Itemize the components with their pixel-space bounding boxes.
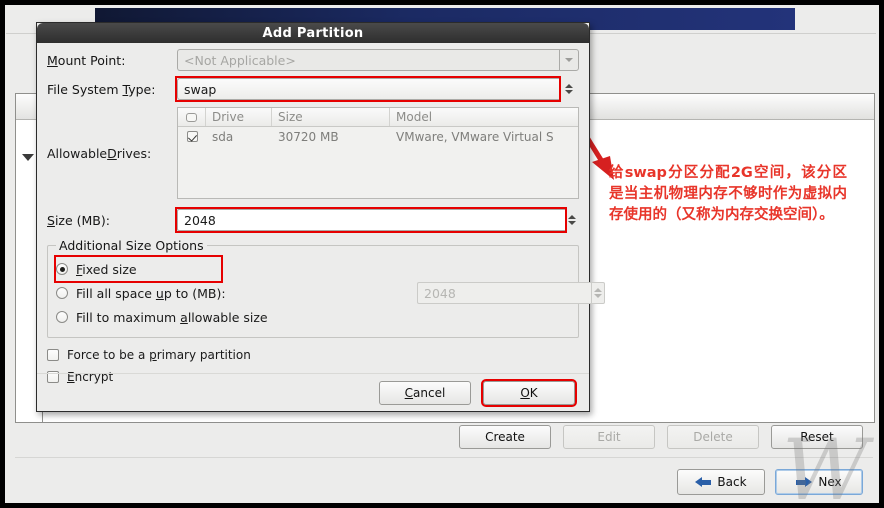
drive-action-buttons: Create Edit Delete Reset xyxy=(13,423,875,451)
allowable-drives-row: Allowable Drives: Drive Size Model sda 3… xyxy=(47,107,579,199)
add-partition-dialog: Add Partition Mount Point: <Not Applicab… xyxy=(36,22,605,412)
back-button[interactable]: Back xyxy=(677,469,765,495)
additional-size-options-legend: Additional Size Options xyxy=(59,238,204,253)
radio-fill-all-space-label: Fill all space up to (MB): xyxy=(76,285,226,301)
fill-up-to-stepper[interactable] xyxy=(591,282,605,304)
drives-col-model: Model xyxy=(396,110,433,124)
back-button-label: Back xyxy=(717,475,747,489)
radio-fill-all-space[interactable]: Fill all space up to (MB): 2048 xyxy=(56,281,605,305)
drive-row-checkbox[interactable] xyxy=(178,131,206,142)
drives-col-drive: Drive xyxy=(206,108,272,126)
create-button[interactable]: Create xyxy=(459,425,551,449)
mount-point-combo[interactable]: <Not Applicable> xyxy=(177,49,579,71)
navigation-buttons: Back Nex xyxy=(13,465,875,499)
radio-unselected-icon xyxy=(56,311,68,323)
dialog-title: Add Partition xyxy=(37,23,589,43)
table-row[interactable]: sda 30720 MB VMware, VMware Virtual S xyxy=(178,127,578,146)
fill-up-to-value: 2048 xyxy=(417,282,591,304)
dialog-footer: Cancel OK xyxy=(37,373,589,411)
radio-fill-maximum[interactable]: Fill to maximum allowable size xyxy=(56,305,570,329)
cancel-button-label: Cancel xyxy=(404,385,446,400)
size-stepper[interactable] xyxy=(565,209,579,231)
checkbox-unchecked-icon xyxy=(47,349,59,361)
annotation-text: 给swap分区分配2G空间，该分区是当主机物理内存不够时作为虚拟内存使用的（又称… xyxy=(609,165,847,223)
ok-button[interactable]: OK xyxy=(481,378,577,407)
delete-button-label: Delete xyxy=(693,430,733,444)
chevron-down-icon xyxy=(565,58,573,62)
drive-row-name: sda xyxy=(212,129,234,144)
size-label: Size (MB): xyxy=(47,212,110,228)
force-primary-label: Force to be a primary partition xyxy=(67,348,251,362)
drives-col-size: Size xyxy=(272,108,390,126)
drives-table-header: Drive Size Model xyxy=(178,108,578,127)
drive-row-model: VMware, VMware Virtual S xyxy=(396,129,554,144)
filesystem-type-value: swap xyxy=(177,78,559,100)
radio-fill-maximum-label: Fill to maximum allowable size xyxy=(76,309,268,325)
allowable-drives-table[interactable]: Drive Size Model sda 30720 MB VMware, VM… xyxy=(177,107,579,199)
cancel-button[interactable]: Cancel xyxy=(379,380,471,405)
tree-expander-icon[interactable] xyxy=(22,154,34,161)
checkbox-column-icon xyxy=(186,112,197,122)
mount-point-dropdown-button[interactable] xyxy=(559,49,579,71)
mount-point-row: Mount Point: <Not Applicable> xyxy=(47,49,579,71)
ok-button-label: OK xyxy=(520,385,538,400)
additional-size-options-group: Additional Size Options Fixed size Fill … xyxy=(47,238,605,338)
next-button[interactable]: Nex xyxy=(775,469,863,495)
edit-button-label: Edit xyxy=(597,430,621,444)
arrow-left-icon xyxy=(695,476,712,488)
drives-col-select xyxy=(178,108,206,126)
edit-button[interactable]: Edit xyxy=(563,425,655,449)
force-primary-checkbox-row[interactable]: Force to be a primary partition xyxy=(47,344,579,366)
mount-point-value: <Not Applicable> xyxy=(177,49,559,71)
spinner-updown-icon xyxy=(565,84,573,94)
reset-button[interactable]: Reset xyxy=(771,425,863,449)
size-spinbox[interactable]: 2048 xyxy=(175,207,567,233)
size-row: Size (MB): 2048 xyxy=(47,207,579,233)
reset-button-label: Reset xyxy=(800,430,834,444)
radio-fixed-size-label: Fixed size xyxy=(76,261,137,277)
radio-selected-icon xyxy=(56,263,68,275)
allowable-drives-label: Allowable Drives: xyxy=(47,145,152,161)
filesystem-type-combo[interactable]: swap xyxy=(175,76,561,102)
radio-unselected-icon xyxy=(56,287,68,299)
spinner-updown-icon xyxy=(594,288,602,298)
checkbox-checked-icon xyxy=(186,131,198,142)
footer-divider xyxy=(15,457,873,458)
filesystem-type-spinner-button[interactable] xyxy=(559,78,579,100)
create-button-label: Create xyxy=(485,430,525,444)
delete-button[interactable]: Delete xyxy=(667,425,759,449)
filesystem-type-label: File System Type: xyxy=(47,81,156,97)
size-value[interactable]: 2048 xyxy=(177,209,565,231)
next-button-label: Nex xyxy=(818,475,842,489)
spinner-updown-icon xyxy=(568,215,576,225)
filesystem-type-row: File System Type: swap xyxy=(47,76,579,102)
mount-point-label: Mount Point: xyxy=(47,52,126,68)
arrow-right-icon xyxy=(796,476,813,488)
fill-up-to-spinbox[interactable]: 2048 xyxy=(417,282,605,304)
drive-row-size: 30720 MB xyxy=(278,129,339,144)
radio-fixed-size[interactable]: Fixed size xyxy=(54,255,223,283)
